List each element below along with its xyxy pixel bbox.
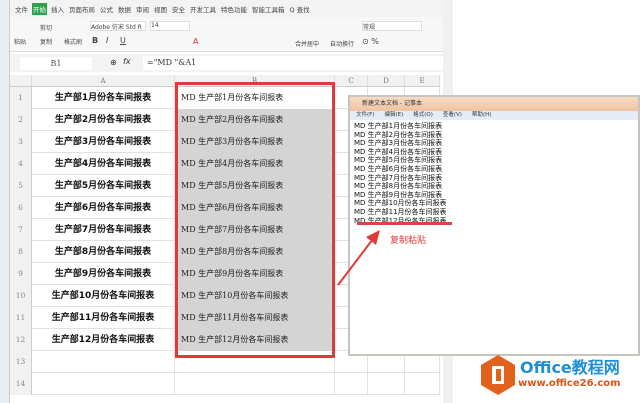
red-arrow-icon: [337, 230, 380, 286]
notepad-line: MD 生产部10月份各车间报表: [354, 199, 447, 208]
watermark-url: www.office26.com: [518, 378, 621, 389]
tab-features[interactable]: 特色功能: [220, 3, 248, 15]
row-header[interactable]: 9: [10, 263, 32, 285]
cell-a[interactable]: 生产部5月份各车间报表: [32, 175, 175, 197]
notepad-line: MD 生产部8月份各车间报表: [354, 182, 443, 191]
row-header[interactable]: 6: [10, 197, 32, 219]
selection-highlight: [175, 82, 335, 358]
row-header[interactable]: 4: [10, 153, 32, 175]
cell-a[interactable]: 生产部7月份各车间报表: [32, 219, 175, 241]
notepad-line: MD 生产部7月份各车间报表: [354, 173, 443, 182]
paste-button[interactable]: 粘贴: [14, 37, 26, 46]
tab-home[interactable]: 开始: [32, 2, 47, 15]
cell-a[interactable]: 生产部9月份各车间报表: [32, 263, 175, 285]
notepad-title: 新建文本文档 - 记事本: [350, 97, 638, 111]
tab-developer[interactable]: 开发工具: [189, 3, 217, 15]
column-header-c[interactable]: C: [335, 75, 368, 87]
tab-insert[interactable]: 插入: [50, 3, 65, 15]
underline-button[interactable]: U: [120, 36, 126, 45]
cell-e[interactable]: [405, 373, 440, 395]
ribbon-tabs: 文件 开始 插入 页面布局 公式 数据 审阅 视图 安全 开发工具 特色功能 智…: [10, 0, 443, 17]
row-header[interactable]: 10: [10, 285, 32, 307]
search-button[interactable]: Q 查找: [289, 3, 311, 15]
notepad-line: MD 生产部3月份各车间报表: [354, 139, 443, 148]
cell-a[interactable]: 生产部11月份各车间报表: [32, 307, 175, 329]
copy-button[interactable]: 复制: [40, 37, 52, 46]
notepad-line: MD 生产部5月份各车间报表: [354, 156, 443, 165]
column-header-e[interactable]: E: [405, 75, 440, 87]
name-box[interactable]: B1: [20, 57, 92, 70]
file-menu[interactable]: 文件: [14, 3, 29, 15]
ribbon-toolbar: 粘贴 剪切 复制 格式刷 Adobe 仿宋 Std R 14 B I U A 合…: [10, 17, 443, 52]
cell-a[interactable]: 生产部1月份各车间报表: [32, 87, 175, 109]
cell-a[interactable]: 生产部2月份各车间报表: [32, 109, 175, 131]
cell-a[interactable]: 生产部6月份各车间报表: [32, 197, 175, 219]
tab-view[interactable]: 视图: [153, 3, 168, 15]
row-header[interactable]: 2: [10, 109, 32, 131]
cell-a[interactable]: 生产部10月份各车间报表: [32, 285, 175, 307]
format-painter-button[interactable]: 格式刷: [64, 37, 82, 46]
font-size-select[interactable]: 14: [150, 21, 190, 31]
tab-smart-toolbox[interactable]: 智能工具箱: [251, 3, 286, 15]
cell-d[interactable]: [368, 373, 405, 395]
menu-help[interactable]: 帮助(H): [472, 111, 491, 120]
row-header[interactable]: 5: [10, 175, 32, 197]
cut-button[interactable]: 剪切: [40, 23, 52, 32]
table-row: 14: [10, 373, 440, 395]
cell-a[interactable]: 生产部3月份各车间报表: [32, 131, 175, 153]
tab-security[interactable]: 安全: [171, 3, 186, 15]
merge-center-button[interactable]: 合并居中: [295, 39, 319, 48]
office-logo-icon: [481, 355, 515, 395]
menu-edit[interactable]: 编辑(E): [384, 111, 403, 120]
wrap-text-button[interactable]: 自动换行: [330, 39, 354, 48]
watermark: Office教程网 www.office26.com: [478, 352, 638, 400]
notepad-text-area[interactable]: MD 生产部1月份各车间报表 MD 生产部2月份各车间报表 MD 生产部3月份各车间…: [354, 122, 447, 225]
notepad-line: MD 生产部11月份各车间报表: [354, 207, 447, 216]
fx-icon[interactable]: fx: [123, 57, 131, 66]
row-header[interactable]: 12: [10, 329, 32, 351]
tab-formulas[interactable]: 公式: [99, 3, 114, 15]
select-all[interactable]: [10, 75, 32, 87]
notepad-line: MD 生产部2月份各车间报表: [354, 130, 443, 139]
italic-button[interactable]: I: [106, 36, 108, 45]
font-select[interactable]: Adobe 仿宋 Std R: [90, 21, 146, 31]
bold-button[interactable]: B: [92, 36, 98, 45]
row-header[interactable]: 11: [10, 307, 32, 329]
notepad-line: MD 生产部6月份各车间报表: [354, 164, 443, 173]
watermark-title: Office教程网: [520, 358, 620, 377]
tab-data[interactable]: 数据: [117, 3, 132, 15]
zoom-icon[interactable]: ⊕: [110, 58, 117, 67]
percent-icon[interactable]: ⊙ %: [362, 37, 379, 46]
cell-a[interactable]: 生产部8月份各车间报表: [32, 241, 175, 263]
formula-input[interactable]: ="MD "&A1: [143, 56, 443, 70]
notepad-window: 新建文本文档 - 记事本 文件(F) 编辑(E) 格式(O) 查看(V) 帮助(…: [348, 95, 640, 356]
menu-file[interactable]: 文件(F): [356, 111, 374, 120]
menu-format[interactable]: 格式(O): [413, 111, 433, 120]
row-header[interactable]: 14: [10, 373, 32, 395]
notepad-menu: 文件(F) 编辑(E) 格式(O) 查看(V) 帮助(H): [350, 111, 638, 120]
row-header[interactable]: 8: [10, 241, 32, 263]
number-format-select[interactable]: 常规: [362, 21, 422, 31]
formula-bar: B1 ⊕ fx ="MD "&A1: [10, 54, 443, 72]
font-color-icon[interactable]: A: [193, 37, 198, 46]
cell-a[interactable]: [32, 373, 175, 395]
notepad-line: MD 生产部1月份各车间报表: [354, 122, 443, 130]
column-header-d[interactable]: D: [368, 75, 405, 87]
cell-a[interactable]: 生产部4月份各车间报表: [32, 153, 175, 175]
tab-page-layout[interactable]: 页面布局: [68, 3, 96, 15]
background-window: [0, 0, 10, 403]
cell-a[interactable]: 生产部12月份各车间报表: [32, 329, 175, 351]
cell-c[interactable]: [335, 373, 368, 395]
annotation-label: 复制粘贴: [390, 236, 427, 246]
menu-view[interactable]: 查看(V): [443, 111, 462, 120]
row-header[interactable]: 13: [10, 351, 32, 373]
row-header[interactable]: 3: [10, 131, 32, 153]
cell-b[interactable]: [175, 373, 335, 395]
tab-review[interactable]: 审阅: [135, 3, 150, 15]
cell-a[interactable]: [32, 351, 175, 373]
column-header-a[interactable]: A: [32, 75, 175, 87]
row-header[interactable]: 1: [10, 87, 32, 109]
row-header[interactable]: 7: [10, 219, 32, 241]
